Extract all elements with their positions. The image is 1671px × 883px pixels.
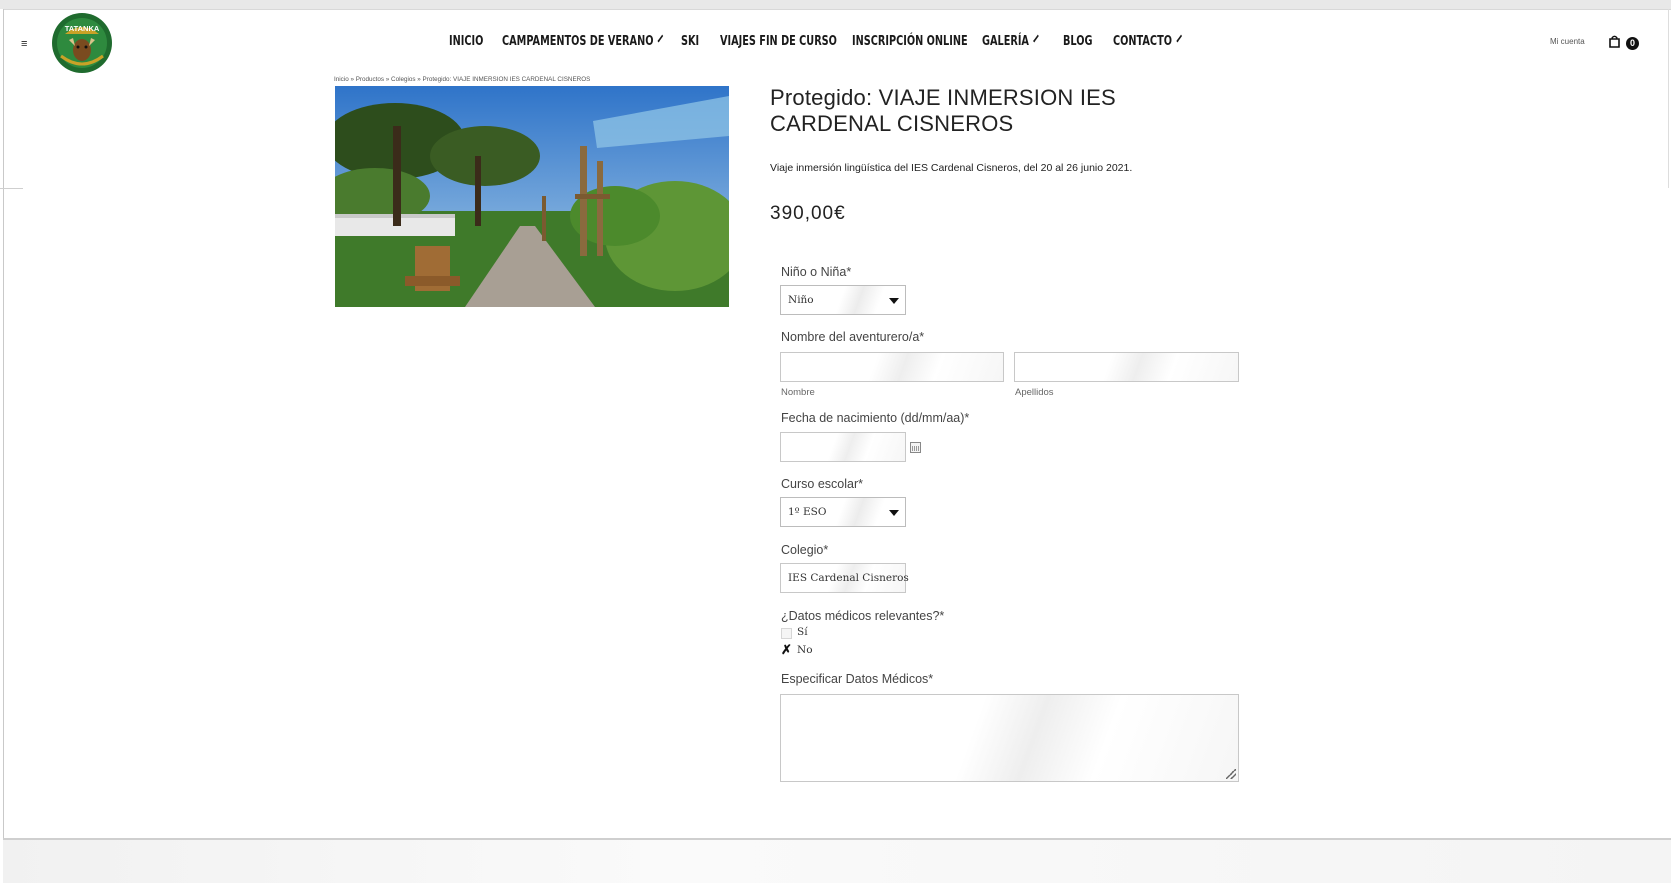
product-description: Viaje inmersión lingüística del IES Card… [770,162,1133,174]
browser-top-strip [0,0,1671,9]
nav-item-text: SKI [681,33,700,49]
nav-item-galería[interactable]: GALERÍA [982,33,1039,49]
page-top-border [3,9,1671,10]
nav-item-label: BLOG [1063,33,1092,49]
course-select[interactable]: 1º ESO [780,497,906,527]
product-image [335,86,729,307]
chevron-down-icon [889,298,899,304]
breadcrumb[interactable]: Inicio » Productos » Colegios » Protegid… [334,76,590,83]
nav-item-text: GALERÍA [982,33,1029,49]
nav-item-inscripción-online[interactable]: INSCRIPCIÓN ONLINE [852,33,968,49]
medical-data-label: ¿Datos médicos relevantes?* [781,609,945,623]
first-name-sublabel: Nombre [781,387,815,398]
logo-text: TATANKA [65,24,100,33]
product-price: 390,00€ [770,203,846,224]
nav-item-text: CAMPAMENTOS DE VERANO [502,33,654,49]
nav-item-ski[interactable]: SKI [681,33,699,49]
nav-item-label: CONTACTO [1113,33,1182,49]
product-title: Protegido: VIAJE INMERSION IES CARDENAL … [770,85,1116,136]
gender-label: Niño o Niña* [781,265,852,279]
footer [3,840,1671,883]
adventurer-name-label: Nombre del aventurero/a* [781,330,925,344]
nav-item-text: BLOG [1063,33,1093,49]
resize-handle-icon[interactable] [1226,769,1236,779]
header-right-edge [1668,9,1669,188]
cart-count-badge[interactable]: 0 [1626,37,1639,50]
school-value: IES Cardenal Cisneros [788,572,909,584]
medical-yes-label: Sí [797,626,808,638]
birthdate-input[interactable] [780,432,906,462]
medical-no-label: No [797,644,813,656]
chevron-down-icon [1176,34,1182,43]
chevron-down-icon [1033,34,1039,43]
chevron-down-icon [889,510,899,516]
menu-toggle-icon[interactable]: ≡ [21,38,27,50]
header-bottom-edge [0,188,23,189]
nav-item-label: GALERÍA [982,33,1039,49]
tatanka-logo[interactable]: TATANKA [51,12,113,74]
nav-item-text: INSCRIPCIÓN ONLINE [852,33,968,49]
nav-item-text: VIAJES FIN DE CURSO [720,33,837,49]
medical-yes-checkbox[interactable] [781,628,792,639]
course-select-value: 1º ESO [788,506,827,518]
gender-select[interactable]: Niño [780,285,906,315]
school-label: Colegio* [781,543,829,557]
chevron-down-icon [657,34,664,43]
first-name-input[interactable] [780,352,1004,382]
medical-details-label: Especificar Datos Médicos* [781,672,934,686]
nav-item-viajes-fin-de-curso[interactable]: VIAJES FIN DE CURSO [720,33,837,49]
calendar-icon[interactable] [910,442,921,453]
nav-item-contacto[interactable]: CONTACTO [1113,33,1182,49]
nav-item-label: VIAJES FIN DE CURSO [720,33,837,49]
page-left-border [3,9,4,839]
nav-item-label: CAMPAMENTOS DE VERANO [502,33,664,49]
school-input[interactable]: IES Cardenal Cisneros [780,563,909,593]
last-name-sublabel: Apellidos [1015,387,1054,398]
nav-item-blog[interactable]: BLOG [1063,33,1092,49]
nav-item-text: CONTACTO [1113,33,1172,49]
medical-no-checkbox-checked-icon[interactable]: ✗ [781,642,792,658]
my-account-link[interactable]: Mi cuenta [1550,37,1585,46]
nav-item-text: INICIO [449,33,484,49]
nav-item-inicio[interactable]: INICIO [449,33,483,49]
course-label: Curso escolar* [781,477,863,491]
nav-item-campamentos-de-verano[interactable]: CAMPAMENTOS DE VERANO [502,33,664,49]
medical-details-textarea[interactable] [780,694,1239,782]
main-navigation: INICIO CAMPAMENTOS DE VERANO SKI VIAJES FIN… [449,33,1182,49]
last-name-input[interactable] [1014,352,1239,382]
nav-item-label: SKI [681,33,699,49]
nav-item-label: INICIO [449,33,483,49]
birthdate-label: Fecha de nacimiento (dd/mm/aa)* [781,411,970,425]
nav-item-label: INSCRIPCIÓN ONLINE [852,33,968,49]
gender-select-value: Niño [788,294,814,306]
shopping-bag-icon[interactable] [1609,35,1620,48]
